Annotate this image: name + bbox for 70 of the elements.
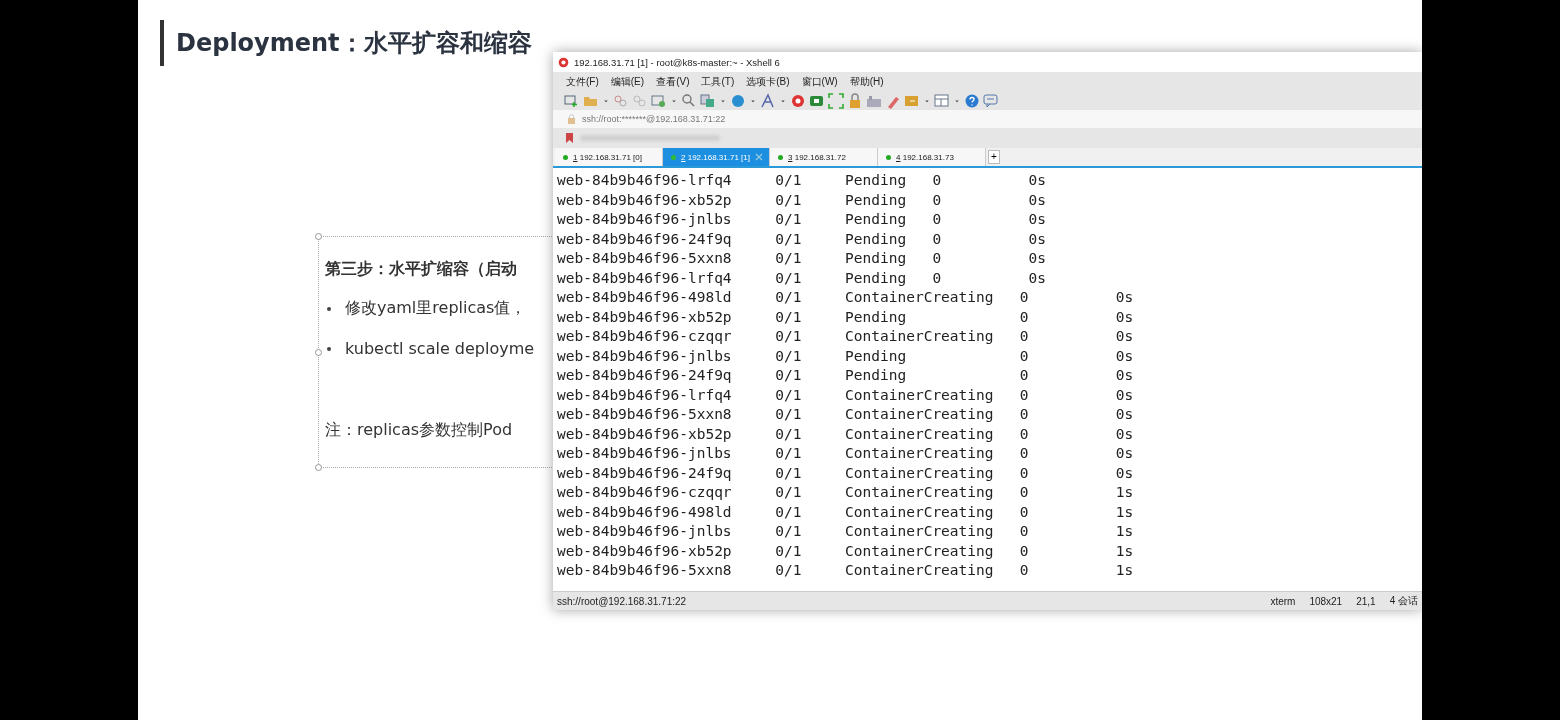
window-title: 192.168.31.71 [1] - root@k8s-master:~ - Xshell 6 (574, 56, 780, 68)
text-box-heading: 第三步：水平扩缩容（启动 (325, 259, 518, 280)
menu-item[interactable]: 文件(F) (566, 75, 599, 89)
terminal-line: web-84b9b46f96-lrfq4 0/1 Pending 0 0s (557, 171, 1046, 190)
terminal-line: web-84b9b46f96-498ld 0/1 ContainerCreating 0 0s (557, 288, 1134, 307)
terminal-line: web-84b9b46f96-xb52p 0/1 ContainerCreating 0 0s (557, 424, 1134, 444)
menu-item[interactable]: 选项卡(B) (746, 75, 790, 89)
properties-icon[interactable] (651, 93, 667, 109)
terminal-line: web-84b9b46f96-xb52p 0/1 Pending 0 0s (557, 190, 1046, 210)
chat-icon[interactable] (983, 93, 999, 109)
app-icon (558, 56, 569, 68)
terminal-line: web-84b9b46f96-jnlbs 0/1 Pending 0 0s (557, 210, 1046, 229)
transfer-icon[interactable] (809, 93, 825, 109)
status-connection: ssh://root@192.168.31.71:22 (557, 595, 687, 607)
terminal-line: web-84b9b46f96-lrfq4 0/1 ContainerCreating 0 0s (557, 385, 1134, 405)
bullet-text: 修改yaml里replicas值， (345, 298, 527, 319)
close-icon[interactable] (754, 153, 763, 161)
menu-item[interactable]: 帮助(H) (849, 75, 884, 89)
bookmark-icon[interactable] (565, 133, 574, 143)
menu-item[interactable]: 工具(T) (701, 75, 735, 89)
new-session-icon[interactable] (564, 93, 580, 109)
layout-icon[interactable] (934, 93, 950, 109)
session-tab[interactable]: 4 192.168.31.73 (878, 148, 986, 166)
title-accent-bar (160, 20, 164, 66)
resize-handle[interactable] (315, 349, 322, 356)
help-icon[interactable] (964, 93, 980, 109)
lock-icon (567, 114, 576, 124)
copy-icon[interactable] (700, 93, 716, 109)
terminal-line: web-84b9b46f96-jnlbs 0/1 ContainerCreating 0 0s (557, 444, 1134, 463)
terminal-line: web-84b9b46f96-lrfq4 0/1 Pending 0 0s (557, 268, 1046, 288)
lock-icon[interactable] (847, 93, 863, 109)
terminal-line: web-84b9b46f96-5xxn8 0/1 Pending 0 0s (557, 249, 1046, 268)
bullet-text: kubectl scale deployme (345, 339, 535, 358)
resize-handle[interactable] (315, 233, 322, 240)
bullet-icon (327, 346, 331, 351)
bullet-icon (327, 306, 331, 311)
status-terminal-type: xterm (1270, 595, 1296, 607)
resize-handle[interactable] (315, 464, 322, 471)
address-field[interactable]: ssh://root:*******@192.168.31.71:22 (582, 114, 726, 124)
unlink-icon[interactable] (632, 93, 648, 109)
link-icon[interactable] (613, 93, 629, 109)
terminal-line: web-84b9b46f96-jnlbs 0/1 Pending 0 0s (557, 346, 1134, 366)
terminal-line: web-84b9b46f96-24f9q 0/1 ContainerCreating 0 0s (557, 463, 1134, 483)
terminal-line: web-84b9b46f96-czqqr 0/1 ContainerCreating 0 1s (557, 483, 1134, 502)
terminal-line: web-84b9b46f96-5xxn8 0/1 ContainerCreating 0 0s (557, 405, 1134, 424)
terminal-line: web-84b9b46f96-24f9q 0/1 Pending 0 0s (557, 229, 1046, 249)
menu-item[interactable]: 窗口(W) (801, 75, 838, 89)
terminal-line: web-84b9b46f96-xb52p 0/1 Pending 0 0s (557, 307, 1134, 327)
menu-item[interactable]: 编辑(E) (610, 75, 645, 89)
font-icon[interactable] (760, 93, 776, 109)
terminal-line: web-84b9b46f96-jnlbs 0/1 ContainerCreating 0 1s (557, 522, 1134, 541)
search-icon[interactable] (681, 93, 697, 109)
status-size: 108x21 (1309, 595, 1343, 607)
shell-icon[interactable] (790, 93, 806, 109)
globe-icon[interactable] (730, 93, 746, 109)
new-tab-button[interactable]: + (988, 150, 1000, 164)
terminal-line: web-84b9b46f96-498ld 0/1 ContainerCreating 0 1s (557, 502, 1134, 522)
folder-icon[interactable] (904, 93, 920, 109)
slide-title: Deployment：水平扩容和缩容 (176, 28, 532, 59)
fullscreen-icon[interactable] (828, 93, 844, 109)
status-cursor: 21,1 (1356, 595, 1376, 607)
terminal-line: web-84b9b46f96-xb52p 0/1 ContainerCreating 0 1s (557, 541, 1134, 561)
session-tab[interactable]: 3 192.168.31.72 (770, 148, 878, 166)
status-sessions: 4 会话 (1389, 594, 1418, 608)
note-text: 注：replicas参数控制Pod (325, 420, 514, 441)
terminal-line: web-84b9b46f96-24f9q 0/1 Pending 0 0s (557, 366, 1134, 385)
terminal-line: web-84b9b46f96-czqqr 0/1 ContainerCreating 0 0s (557, 327, 1134, 346)
terminal-line: web-84b9b46f96-5xxn8 0/1 ContainerCreating 0 1s (557, 561, 1134, 580)
session-tab[interactable]: 1 192.168.31.71 [0] (555, 148, 663, 166)
menu-item[interactable]: 查看(V) (656, 75, 690, 89)
